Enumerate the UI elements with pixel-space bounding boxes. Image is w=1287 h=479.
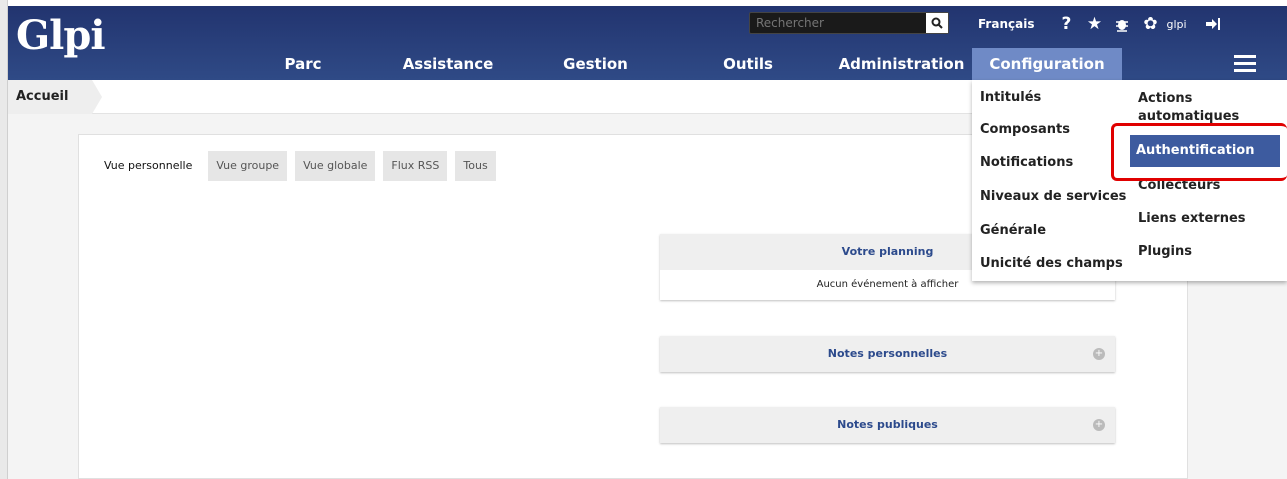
menu-item-generale[interactable]: Générale bbox=[980, 223, 1046, 238]
search-icon bbox=[931, 17, 943, 29]
nav-gestion[interactable]: Gestion bbox=[548, 48, 643, 80]
tab-vue-groupe[interactable]: Vue groupe bbox=[208, 151, 288, 181]
top-header: Glpi Français ? ★ ✿ bbox=[8, 6, 1287, 80]
background-window-edge bbox=[0, 0, 8, 479]
logout-icon[interactable] bbox=[1199, 12, 1227, 36]
breadcrumb-home[interactable]: Accueil bbox=[8, 80, 102, 114]
main-nav: Parc Assistance Gestion Outils Administr… bbox=[8, 48, 1287, 80]
menu-item-plugins[interactable]: Plugins bbox=[1138, 244, 1192, 259]
glpi-app: Glpi Français ? ★ ✿ bbox=[8, 6, 1287, 479]
menu-toggle-icon[interactable] bbox=[1234, 55, 1256, 73]
search-input[interactable] bbox=[750, 13, 925, 33]
public-notes-box: Notes publiques + bbox=[660, 407, 1115, 443]
nav-parc[interactable]: Parc bbox=[253, 48, 353, 80]
menu-item-niveaux-services[interactable]: Niveaux de services bbox=[980, 189, 1126, 204]
menu-item-intitules[interactable]: Intitulés bbox=[980, 90, 1041, 105]
nav-configuration[interactable]: Configuration bbox=[972, 48, 1122, 80]
search-box bbox=[749, 12, 949, 34]
menu-item-notifications[interactable]: Notifications bbox=[980, 155, 1073, 170]
tab-tous[interactable]: Tous bbox=[455, 151, 496, 181]
personal-notes-box: Notes personnelles + bbox=[660, 336, 1115, 372]
bug-icon[interactable] bbox=[1108, 12, 1136, 36]
add-public-note-icon[interactable]: + bbox=[1093, 419, 1105, 431]
personal-notes-title[interactable]: Notes personnelles bbox=[660, 336, 1115, 372]
menu-item-actions-automatiques[interactable]: Actions automatiques bbox=[1138, 90, 1278, 126]
menu-item-unicite-champs[interactable]: Unicité des champs bbox=[980, 256, 1123, 271]
nav-administration[interactable]: Administration bbox=[834, 48, 969, 80]
add-personal-note-icon[interactable]: + bbox=[1093, 348, 1105, 360]
dashboard-tabs: Vue personnelle Vue groupe Vue globale F… bbox=[96, 151, 504, 181]
language-selector[interactable]: Français bbox=[978, 17, 1034, 31]
user-name[interactable]: glpi bbox=[1166, 18, 1186, 31]
tab-vue-globale[interactable]: Vue globale bbox=[295, 151, 376, 181]
menu-item-composants[interactable]: Composants bbox=[980, 122, 1070, 137]
help-icon[interactable]: ? bbox=[1052, 12, 1080, 36]
top-right-tools: Français ? ★ ✿ glpi bbox=[978, 12, 1227, 36]
gear-icon[interactable]: ✿ bbox=[1136, 12, 1164, 36]
tab-vue-personnelle[interactable]: Vue personnelle bbox=[96, 151, 200, 181]
highlight-callout bbox=[1111, 123, 1287, 181]
menu-item-liens-externes[interactable]: Liens externes bbox=[1138, 211, 1246, 226]
nav-assistance[interactable]: Assistance bbox=[393, 48, 503, 80]
public-notes-title[interactable]: Notes publiques bbox=[660, 407, 1115, 443]
nav-outils[interactable]: Outils bbox=[708, 48, 788, 80]
tab-flux-rss[interactable]: Flux RSS bbox=[383, 151, 448, 181]
star-icon[interactable]: ★ bbox=[1080, 12, 1108, 36]
search-button[interactable] bbox=[926, 13, 948, 33]
